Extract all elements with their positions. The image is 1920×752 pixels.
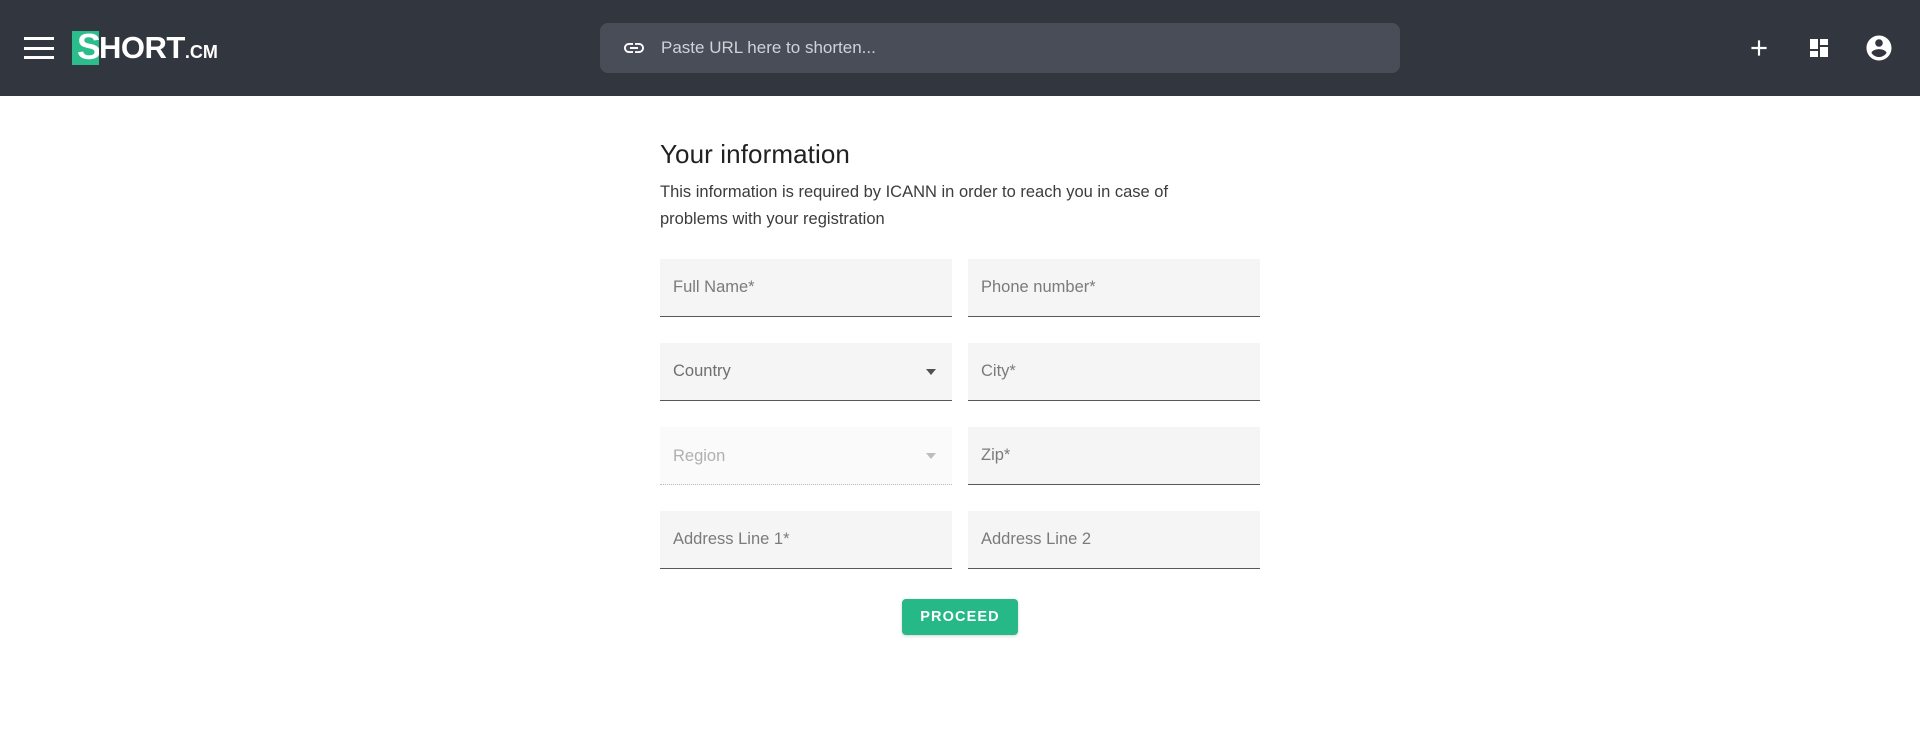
region-select-value: Region xyxy=(673,446,726,465)
full-name-field[interactable] xyxy=(660,259,952,317)
brand-logo-letter: S xyxy=(76,31,99,65)
registrant-info-form: Your information This information is req… xyxy=(660,138,1260,635)
field-cell-phone xyxy=(968,259,1260,343)
brand-logo-tld: .CM xyxy=(184,42,218,62)
brand-logo-name: HORT xyxy=(99,30,185,65)
country-select[interactable]: Country xyxy=(660,343,952,401)
chevron-down-icon xyxy=(926,453,936,459)
city-field[interactable] xyxy=(968,343,1260,401)
add-new-button[interactable] xyxy=(1742,31,1776,65)
field-cell-city xyxy=(968,343,1260,427)
brand-logo[interactable]: S HORT .CM xyxy=(72,28,218,68)
proceed-button[interactable]: PROCEED xyxy=(902,599,1018,635)
address-line-2-input[interactable] xyxy=(981,530,1247,549)
header-actions xyxy=(1742,0,1896,96)
url-input[interactable] xyxy=(661,23,1378,73)
field-cell-address-1 xyxy=(660,511,952,595)
field-cell-zip xyxy=(968,427,1260,511)
hamburger-menu-icon[interactable] xyxy=(24,37,54,59)
address-line-2-field[interactable] xyxy=(968,511,1260,569)
chevron-down-icon xyxy=(926,368,936,375)
dashboard-button[interactable] xyxy=(1802,31,1836,65)
account-circle-icon xyxy=(1864,33,1894,63)
country-select-value: Country xyxy=(673,362,731,380)
form-actions: PROCEED xyxy=(660,599,1260,635)
link-icon xyxy=(622,36,646,60)
form-fields-grid: Country Region xyxy=(660,259,1260,595)
hamburger-line xyxy=(24,56,54,59)
address-line-1-field[interactable] xyxy=(660,511,952,569)
plus-icon xyxy=(1746,35,1772,61)
account-button[interactable] xyxy=(1862,31,1896,65)
zip-input[interactable] xyxy=(981,446,1247,465)
region-select: Region xyxy=(660,427,952,485)
field-cell-country: Country xyxy=(660,343,952,427)
city-input[interactable] xyxy=(981,362,1247,381)
field-cell-region: Region xyxy=(660,427,952,511)
dashboard-grid-icon xyxy=(1807,36,1831,60)
address-line-1-input[interactable] xyxy=(673,530,939,549)
field-cell-address-2 xyxy=(968,511,1260,595)
app-header: S HORT .CM xyxy=(0,0,1920,96)
page-title: Your information xyxy=(660,139,850,169)
brand-logo-mark: S xyxy=(72,31,99,65)
phone-number-field[interactable] xyxy=(968,259,1260,317)
hamburger-line xyxy=(24,37,54,40)
field-cell-full-name xyxy=(660,259,952,343)
hamburger-line xyxy=(24,46,54,50)
page-body: Your information This information is req… xyxy=(0,96,1920,752)
zip-field[interactable] xyxy=(968,427,1260,485)
url-shortener-bar[interactable] xyxy=(600,23,1400,73)
full-name-input[interactable] xyxy=(673,278,939,297)
phone-number-input[interactable] xyxy=(981,278,1247,297)
form-description: This information is required by ICANN in… xyxy=(660,183,1169,228)
